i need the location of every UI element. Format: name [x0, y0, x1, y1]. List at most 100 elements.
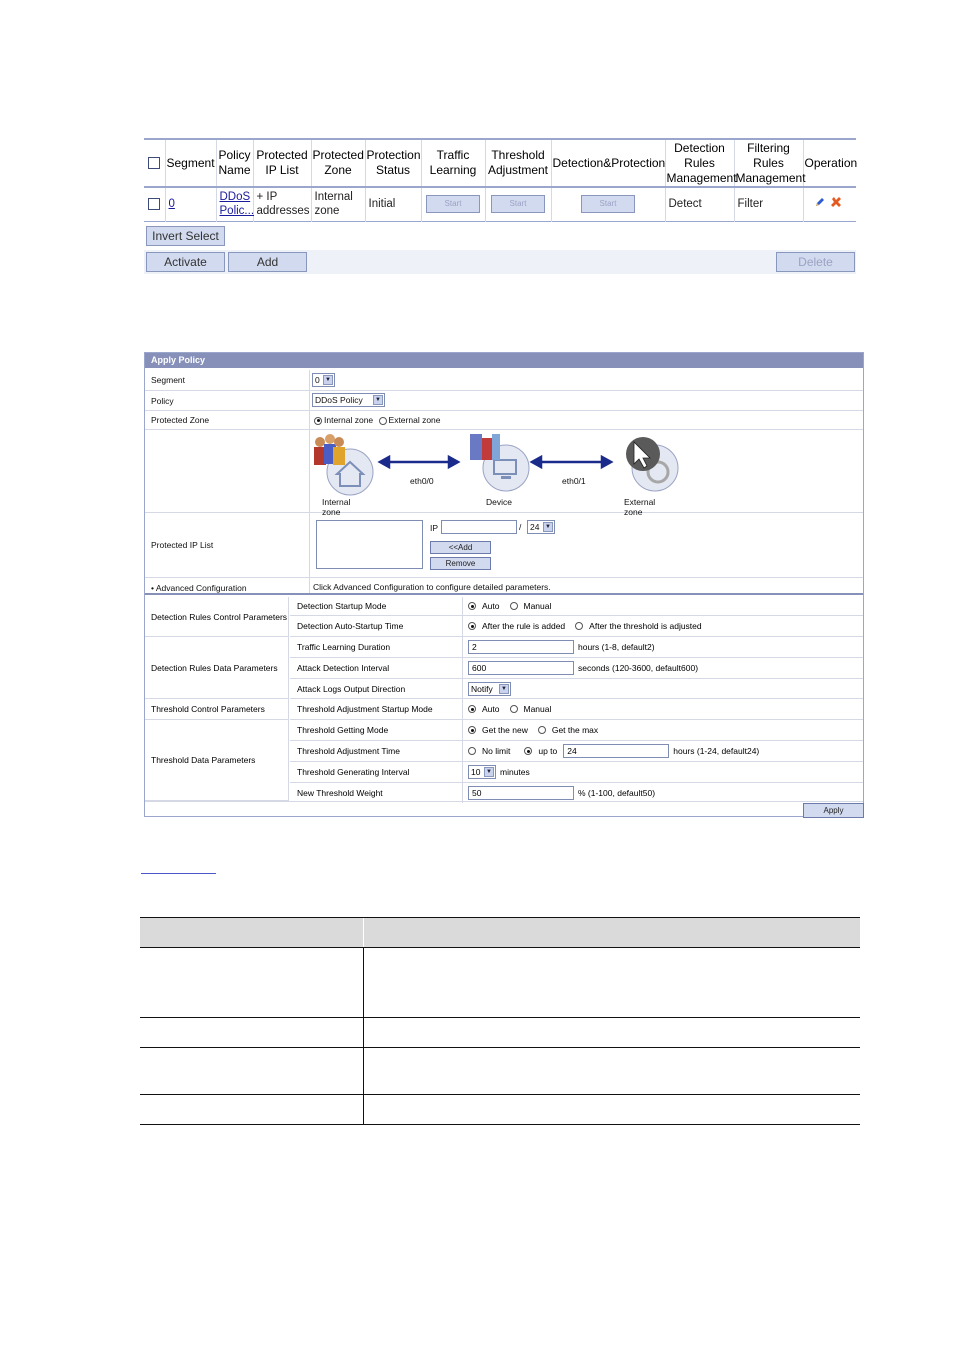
- up-to-label: up to: [538, 746, 558, 756]
- col-operation: Operation: [804, 155, 858, 170]
- chevron-down-icon: ▼: [373, 395, 383, 405]
- add-button[interactable]: Add: [228, 252, 307, 272]
- remove-ip-button[interactable]: Remove: [430, 557, 491, 570]
- gen-interval-label: Threshold Generating Interval: [297, 767, 410, 777]
- apply-bar: Apply: [145, 801, 864, 818]
- segment-link[interactable]: 0: [169, 198, 175, 210]
- logs-direction-select[interactable]: Notify ▼: [468, 681, 511, 696]
- getting-mode-label: Threshold Getting Mode: [297, 725, 389, 735]
- protected-ip-listbox[interactable]: [316, 520, 423, 569]
- attack-interval-input[interactable]: 600: [468, 661, 574, 675]
- ip-input[interactable]: [441, 520, 517, 534]
- no-limit-label: No limit: [482, 746, 511, 756]
- startup-manual-radio[interactable]: [509, 602, 518, 610]
- adjust-time-row: Threshold Adjustment Time No limit up to 2…: [290, 741, 863, 762]
- detection-start-button[interactable]: Start: [581, 195, 635, 214]
- col-filtering-rules: Filtering Rules Management: [734, 139, 806, 187]
- row-checkbox[interactable]: [148, 198, 161, 211]
- device-icon: [470, 434, 530, 492]
- after-rule-label: After the rule is added: [482, 621, 566, 631]
- startup-auto-radio[interactable]: [468, 602, 476, 610]
- mask-select[interactable]: 24 ▼: [527, 520, 555, 534]
- invert-select-button[interactable]: Invert Select: [146, 226, 225, 246]
- apply-button[interactable]: Apply: [803, 803, 864, 818]
- segment-select[interactable]: 0 ▼: [312, 373, 335, 387]
- external-zone-icon: [626, 437, 679, 492]
- col-segment: Segment: [165, 139, 217, 187]
- edit-icon[interactable]: [814, 196, 826, 212]
- get-max-radio[interactable]: [537, 726, 546, 734]
- gen-interval-unit: minutes: [500, 767, 530, 777]
- slash-label: /: [519, 522, 522, 532]
- chevron-down-icon: ▼: [499, 683, 509, 694]
- after-rule-radio[interactable]: [468, 622, 476, 630]
- threshold-auto-label: Auto: [482, 704, 500, 714]
- col-detection-protection: Detection&Protection: [551, 139, 666, 187]
- chevron-down-icon: ▼: [323, 375, 333, 385]
- advanced-hint: Click Advanced Configuration to configur…: [309, 578, 551, 593]
- attack-interval-row: Attack Detection Interval 600 seconds (12…: [290, 658, 863, 679]
- gen-interval-row: Threshold Generating Interval 10 ▼ minutes: [290, 762, 863, 783]
- external-zone-label: External zone: [388, 415, 441, 425]
- learning-duration-label: Traffic Learning Duration: [297, 642, 391, 652]
- chevron-down-icon: ▼: [484, 767, 494, 777]
- learning-duration-row: Traffic Learning Duration 2 hours (1-8, d…: [290, 637, 863, 658]
- activate-button[interactable]: Activate: [146, 252, 225, 272]
- internal-zone-label: Internal zone: [324, 415, 374, 425]
- startup-auto-label: Auto: [482, 601, 500, 611]
- table-header-row: Segment Policy Name Protected IP List Pr…: [144, 139, 858, 187]
- device-caption: Device: [486, 497, 512, 507]
- filtering-rules-cell: Filter: [734, 187, 804, 221]
- ip-list-row: Protected IP List IP / 24 ▼ <<Add Remove: [145, 513, 863, 578]
- up-to-radio[interactable]: [524, 747, 533, 755]
- learning-duration-input[interactable]: 2: [468, 640, 574, 654]
- weight-input[interactable]: 50: [468, 786, 574, 800]
- threshold-manual-radio[interactable]: [509, 705, 518, 713]
- add-ip-button[interactable]: <<Add: [430, 541, 491, 554]
- logs-direction-row: Attack Logs Output Direction Notify ▼: [290, 679, 863, 699]
- get-new-radio[interactable]: [468, 726, 476, 734]
- after-threshold-radio[interactable]: [575, 622, 584, 630]
- startup-manual-label: Manual: [523, 601, 552, 611]
- apply-policy-panel: Apply Policy Segment 0 ▼ Policy DDoS Poli…: [144, 352, 864, 818]
- ip-list-cell: + IP addresses: [253, 187, 312, 221]
- col-detection-rules: Detection Rules Management: [665, 139, 737, 187]
- col-status: Protection Status: [365, 139, 422, 187]
- group-detection-data: Detection Rules Data Parameters: [145, 637, 289, 699]
- segment-label: Segment: [151, 375, 186, 385]
- ip-list-label: Protected IP List: [151, 540, 214, 550]
- get-max-label: Get the max: [551, 725, 599, 735]
- threshold-mode-row: Threshold Adjustment Startup Mode Auto Ma…: [290, 699, 863, 720]
- policy-select[interactable]: DDoS Policy ▼: [312, 393, 385, 407]
- group-detection-control: Detection Rules Control Parameters: [145, 597, 289, 637]
- no-limit-radio[interactable]: [468, 747, 476, 755]
- link-underline: [141, 873, 216, 874]
- col-zone: Protected Zone: [311, 139, 366, 187]
- select-all-checkbox[interactable]: [148, 157, 161, 170]
- traffic-start-button[interactable]: Start: [426, 195, 480, 214]
- weight-unit: % (1-100, default50): [578, 788, 656, 798]
- auto-startup-time-row: Detection Auto-Startup Time After the ru…: [290, 616, 863, 637]
- link-arrow-left: [377, 454, 461, 470]
- advanced-row: • Advanced Configuration Click Advanced …: [145, 578, 863, 595]
- policy-name-link[interactable]: DDoS Polic...: [220, 191, 255, 217]
- external-zone-radio[interactable]: [378, 416, 387, 425]
- panel-title: Apply Policy: [145, 353, 863, 368]
- policy-label: Policy: [151, 396, 174, 406]
- delete-button[interactable]: Delete: [776, 252, 855, 272]
- table-row: [140, 1018, 860, 1048]
- segment-row: Segment 0 ▼: [145, 370, 863, 391]
- gen-interval-select[interactable]: 10 ▼: [468, 765, 496, 779]
- getting-mode-row: Threshold Getting Mode Get the new Get th…: [290, 720, 863, 741]
- advanced-config-link[interactable]: • Advanced Configuration: [151, 583, 247, 593]
- delete-icon[interactable]: [830, 196, 842, 212]
- threshold-start-button[interactable]: Start: [491, 195, 545, 214]
- threshold-auto-radio[interactable]: [468, 705, 476, 713]
- table-row: [140, 1095, 860, 1125]
- internal-zone-radio[interactable]: [314, 416, 322, 425]
- table-row: [140, 1048, 860, 1095]
- policy-list-table: Segment Policy Name Protected IP List Pr…: [144, 138, 858, 274]
- zone-diagram-row: Internal zone eth0/0 Device eth0/1 Exter…: [145, 430, 863, 517]
- adjust-time-input[interactable]: 24: [563, 744, 670, 758]
- attack-interval-label: Attack Detection Interval: [297, 663, 390, 673]
